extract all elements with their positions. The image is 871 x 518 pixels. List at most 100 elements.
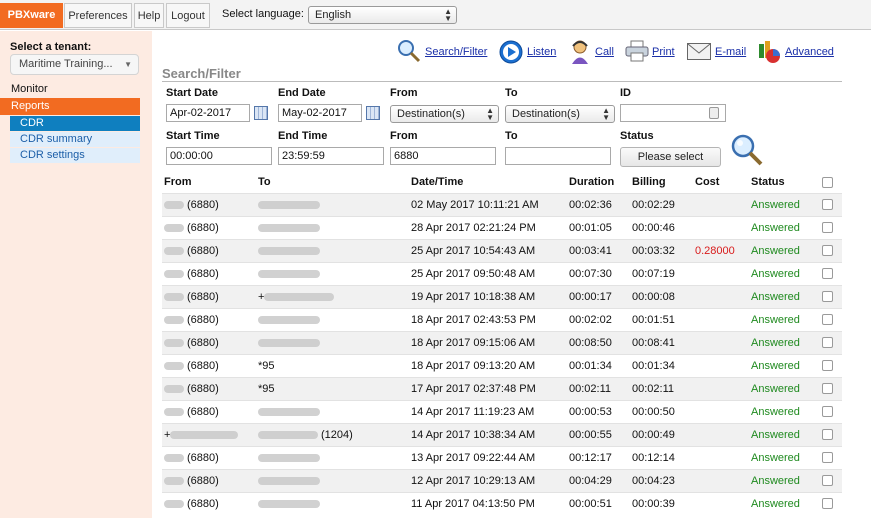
contact-card-icon[interactable] [709,107,719,119]
cell-billing: 00:00:49 [630,422,693,446]
updown-arrows-icon: ▲ ▼ [486,106,494,122]
cell-status: Answered [749,376,820,400]
dropdown-arrow-icon: ▼ [124,60,132,69]
cell-from: (6880) [162,238,256,262]
row-checkbox[interactable] [820,491,842,515]
start-date-field[interactable]: Apr-02-2017 [166,104,250,122]
table-row[interactable]: (6880) 14 Apr 2017 11:19:23 AM 00:00:53 00:… [162,399,842,423]
updown-arrows-icon: ▲ ▼ [444,7,452,23]
table-row[interactable]: (6880) 18 Apr 2017 09:15:06 AM 00:08:50 00:… [162,330,842,354]
calendar-icon[interactable] [366,106,380,120]
table-row[interactable]: (6880) 12 Apr 2017 10:29:13 AM 00:04:29 00:… [162,468,842,492]
print-link[interactable]: Print [652,46,675,58]
row-checkbox[interactable] [820,445,842,469]
row-checkbox[interactable] [820,192,842,216]
listen-icon[interactable] [499,40,523,64]
top-bar: PBXware Preferences Help Logout Select l… [0,0,871,30]
row-checkbox[interactable] [820,215,842,239]
to-select[interactable]: Destination(s) ▲ ▼ [505,105,615,123]
table-row[interactable]: (6880) +19 Apr 2017 10:18:38 AM 00:00:17 00… [162,284,842,308]
end-time-field[interactable]: 23:59:59 [278,147,384,165]
cell-status: Answered [749,192,820,216]
row-checkbox[interactable] [820,468,842,492]
from-select[interactable]: Destination(s) ▲ ▼ [390,105,499,123]
to-number-label: To [505,130,518,142]
table-row[interactable]: (6880) 13 Apr 2017 09:22:44 AM 00:12:17 00:… [162,445,842,469]
tenant-select[interactable]: Maritime Training... ▼ [10,54,139,75]
cell-datetime: 17 Apr 2017 02:37:48 PM [409,376,567,400]
row-checkbox[interactable] [820,353,842,377]
cell-datetime: 18 Apr 2017 09:15:06 AM [409,330,567,354]
sidebar-item-monitor[interactable]: Monitor [11,83,48,95]
language-select[interactable]: English ▲ ▼ [308,6,457,24]
from-number-field[interactable]: 6880 [390,147,496,165]
row-checkbox[interactable] [820,330,842,354]
sidebar-item-reports[interactable]: Reports [0,98,140,115]
start-time-field[interactable]: 00:00:00 [166,147,272,165]
listen-link[interactable]: Listen [527,46,556,58]
help-tab[interactable]: Help [134,3,164,28]
to-number-field[interactable] [505,147,611,165]
call-icon[interactable] [569,39,591,65]
email-icon[interactable] [687,43,711,60]
table-row[interactable]: (6880) 11 Apr 2017 04:13:50 PM 00:00:51 00:… [162,491,842,515]
col-duration: Duration [569,176,615,189]
cell-cost [693,468,749,492]
cell-billing: 00:03:32 [630,238,693,262]
sidebar-item-cdr[interactable]: CDR [10,116,140,131]
search-filter-link[interactable]: Search/Filter [425,46,487,58]
row-checkbox[interactable] [820,399,842,423]
cell-cost [693,445,749,469]
cell-status: Answered [749,468,820,492]
row-checkbox[interactable] [820,284,842,308]
end-time-label: End Time [278,130,328,142]
search-filter-icon[interactable] [397,39,421,63]
cell-from: (6880) [162,284,256,308]
advanced-link[interactable]: Advanced [785,46,834,58]
sidebar: Select a tenant: Maritime Training... ▼ … [0,31,152,518]
table-row[interactable]: (6880) 28 Apr 2017 02:21:24 PM 00:01:05 00:… [162,215,842,239]
end-date-label: End Date [278,87,326,99]
search-filter-heading: Search/Filter [162,66,241,81]
cell-duration: 00:08:50 [567,330,630,354]
cell-datetime: 19 Apr 2017 10:18:38 AM [409,284,567,308]
table-row[interactable]: (6880) 25 Apr 2017 09:50:48 AM 00:07:30 00:… [162,261,842,285]
select-all-checkbox[interactable] [820,172,842,193]
col-to: To [258,176,271,189]
cell-from: (6880) [162,376,256,400]
row-checkbox[interactable] [820,238,842,262]
cell-status: Answered [749,422,820,446]
cell-duration: 00:02:11 [567,376,630,400]
row-checkbox[interactable] [820,376,842,400]
sidebar-item-cdr-summary[interactable]: CDR summary [10,132,140,147]
table-row[interactable]: (6880) 25 Apr 2017 10:54:43 AM 00:03:41 00:… [162,238,842,262]
end-date-field[interactable]: May-02-2017 [278,104,362,122]
row-checkbox[interactable] [820,422,842,446]
table-row[interactable]: (6880) 02 May 2017 10:11:21 AM 00:02:36 00:… [162,192,842,216]
cell-cost [693,376,749,400]
status-select-button[interactable]: Please select [620,147,721,167]
table-header-row: From To Date/Time Duration Billing Cost … [162,172,842,193]
calendar-icon[interactable] [254,106,268,120]
logout-tab[interactable]: Logout [166,3,210,28]
table-row[interactable]: (6880) *95 18 Apr 2017 09:13:20 AM 00:01:34… [162,353,842,377]
sidebar-item-cdr-settings[interactable]: CDR settings [10,148,140,163]
cell-cost: 0.28000 [693,238,749,262]
advanced-icon[interactable] [757,40,781,64]
cell-from: (6880) [162,215,256,239]
preferences-tab[interactable]: Preferences [64,3,132,28]
email-link[interactable]: E-mail [715,46,746,58]
call-link[interactable]: Call [595,46,614,58]
table-row[interactable]: + (1204) 14 Apr 2017 10:38:34 AM 00:00:55 00… [162,422,842,446]
pbxware-logo[interactable]: PBXware [0,3,63,28]
row-checkbox[interactable] [820,261,842,285]
cell-from: (6880) [162,192,256,216]
print-icon[interactable] [625,40,649,62]
col-datetime: Date/Time [411,176,464,189]
table-row[interactable]: (6880) 18 Apr 2017 02:43:53 PM 00:02:02 00:… [162,307,842,331]
table-row[interactable]: (6880) *95 17 Apr 2017 02:37:48 PM 00:02:11… [162,376,842,400]
row-checkbox[interactable] [820,307,842,331]
search-icon[interactable] [730,133,764,167]
cell-duration: 00:01:34 [567,353,630,377]
cell-to: *95 [256,353,409,377]
